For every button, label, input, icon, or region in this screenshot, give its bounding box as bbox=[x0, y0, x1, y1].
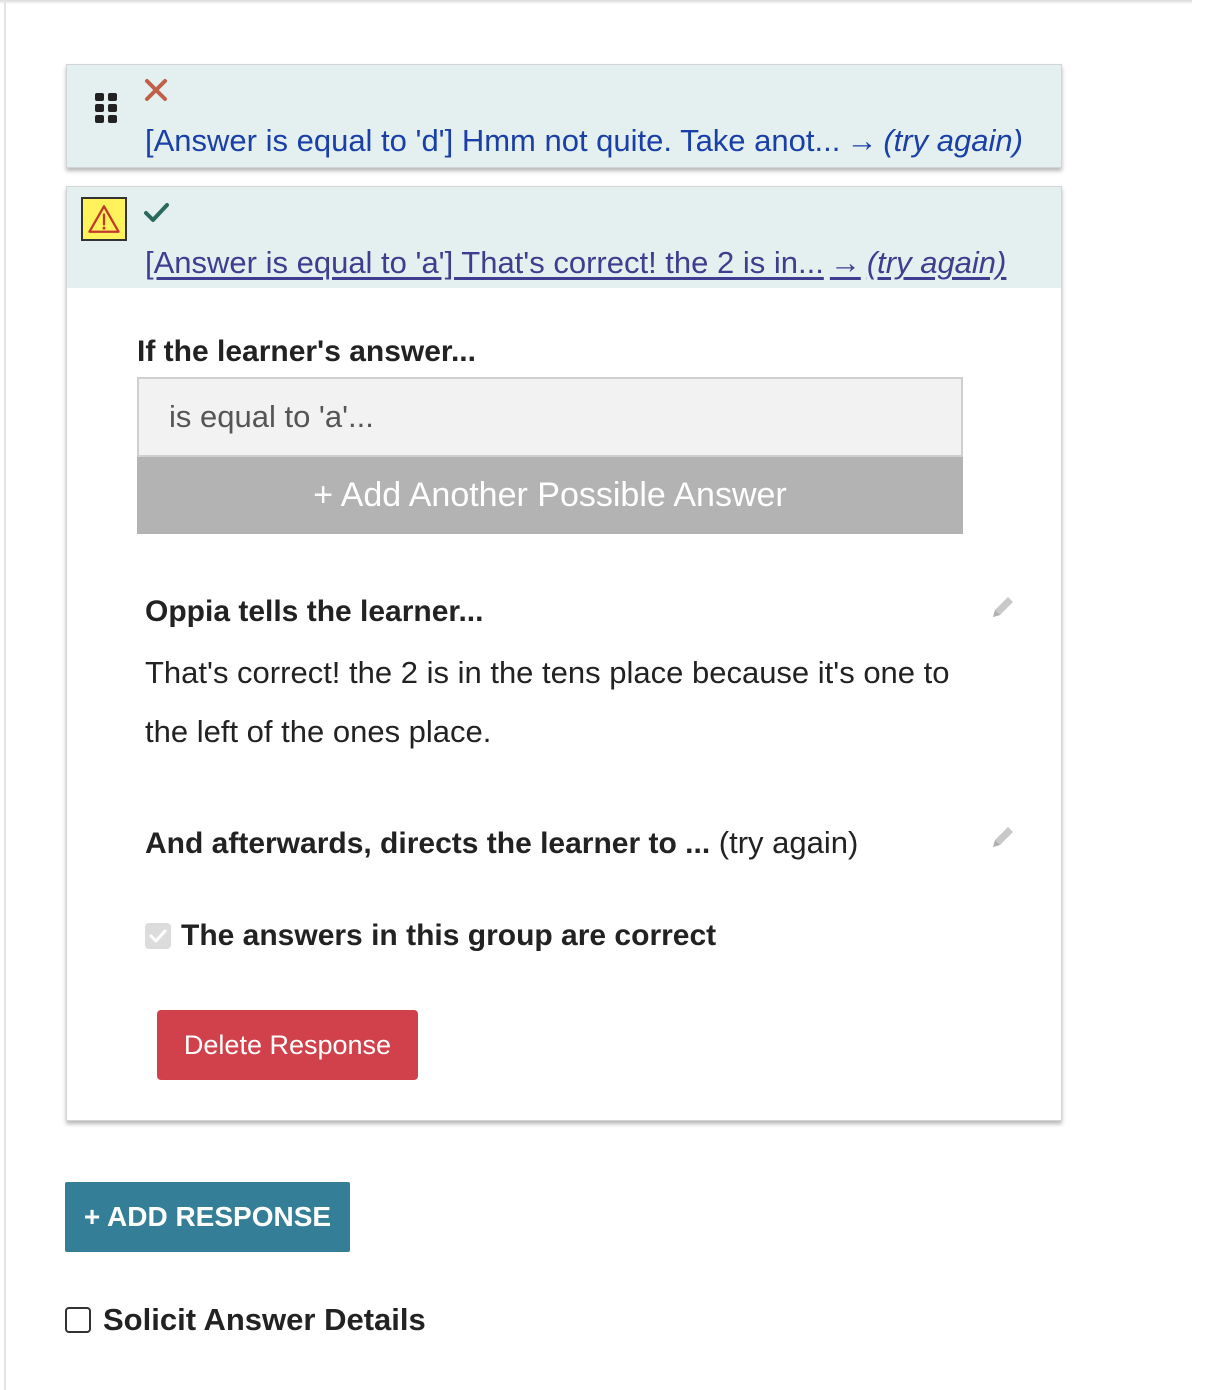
warning-icon bbox=[81, 197, 127, 241]
add-response-button[interactable]: + ADD RESPONSE bbox=[65, 1182, 350, 1252]
solicit-answer-details-checkbox[interactable] bbox=[65, 1307, 91, 1333]
rule-heading: If the learner's answer... bbox=[137, 335, 476, 368]
destination-value: (try again) bbox=[718, 825, 859, 860]
feedback-heading: Oppia tells the learner... bbox=[145, 595, 484, 628]
response-header-1[interactable]: [Answer is equal to 'd'] Hmm not quite. … bbox=[67, 65, 1061, 167]
response-destination: (try again) bbox=[883, 123, 1023, 158]
response-card-1[interactable]: [Answer is equal to 'd'] Hmm not quite. … bbox=[66, 64, 1062, 168]
response-card-2: [Answer is equal to 'a'] That's correct!… bbox=[66, 186, 1062, 1121]
delete-response-button[interactable]: Delete Response bbox=[157, 1010, 418, 1080]
rule-item[interactable]: is equal to 'a'... bbox=[137, 377, 963, 457]
response-header-2[interactable]: [Answer is equal to 'a'] That's correct!… bbox=[67, 187, 1061, 288]
arrow-icon: → bbox=[829, 245, 861, 280]
correct-check-icon bbox=[144, 203, 169, 222]
pencil-icon[interactable] bbox=[987, 821, 1019, 853]
response-summary-2[interactable]: [Answer is equal to 'a'] That's correct!… bbox=[145, 245, 1049, 281]
top-divider bbox=[0, 0, 1192, 4]
incorrect-x-icon bbox=[145, 79, 167, 101]
pencil-icon[interactable] bbox=[987, 591, 1019, 623]
correct-checkbox[interactable] bbox=[145, 923, 171, 949]
solicit-answer-details-row: Solicit Answer Details bbox=[65, 1302, 426, 1338]
correct-answers-row: The answers in this group are correct bbox=[145, 919, 716, 953]
feedback-text: That's correct! the 2 is in the tens pla… bbox=[145, 655, 950, 749]
destination-heading: And afterwards, directs the learner to .… bbox=[145, 827, 711, 860]
correct-checkbox-label: The answers in this group are correct bbox=[181, 919, 717, 952]
destination-row: And afterwards, directs the learner to .… bbox=[145, 825, 858, 861]
solicit-answer-details-label: Solicit Answer Details bbox=[103, 1302, 426, 1337]
checkmark-icon bbox=[149, 929, 167, 943]
response-summary-text: [Answer is equal to 'a'] That's correct!… bbox=[145, 245, 824, 280]
add-another-answer-button[interactable]: + Add Another Possible Answer bbox=[137, 457, 963, 534]
response-summary-1[interactable]: [Answer is equal to 'd'] Hmm not quite. … bbox=[145, 123, 1049, 159]
left-divider bbox=[4, 0, 6, 1390]
response-summary-text: [Answer is equal to 'd'] Hmm not quite. … bbox=[145, 123, 841, 158]
response-editor-page: [Answer is equal to 'd'] Hmm not quite. … bbox=[0, 0, 1216, 1390]
response-destination: (try again) bbox=[866, 245, 1007, 280]
arrow-icon: → bbox=[846, 123, 878, 158]
drag-handle-icon[interactable] bbox=[95, 93, 119, 123]
